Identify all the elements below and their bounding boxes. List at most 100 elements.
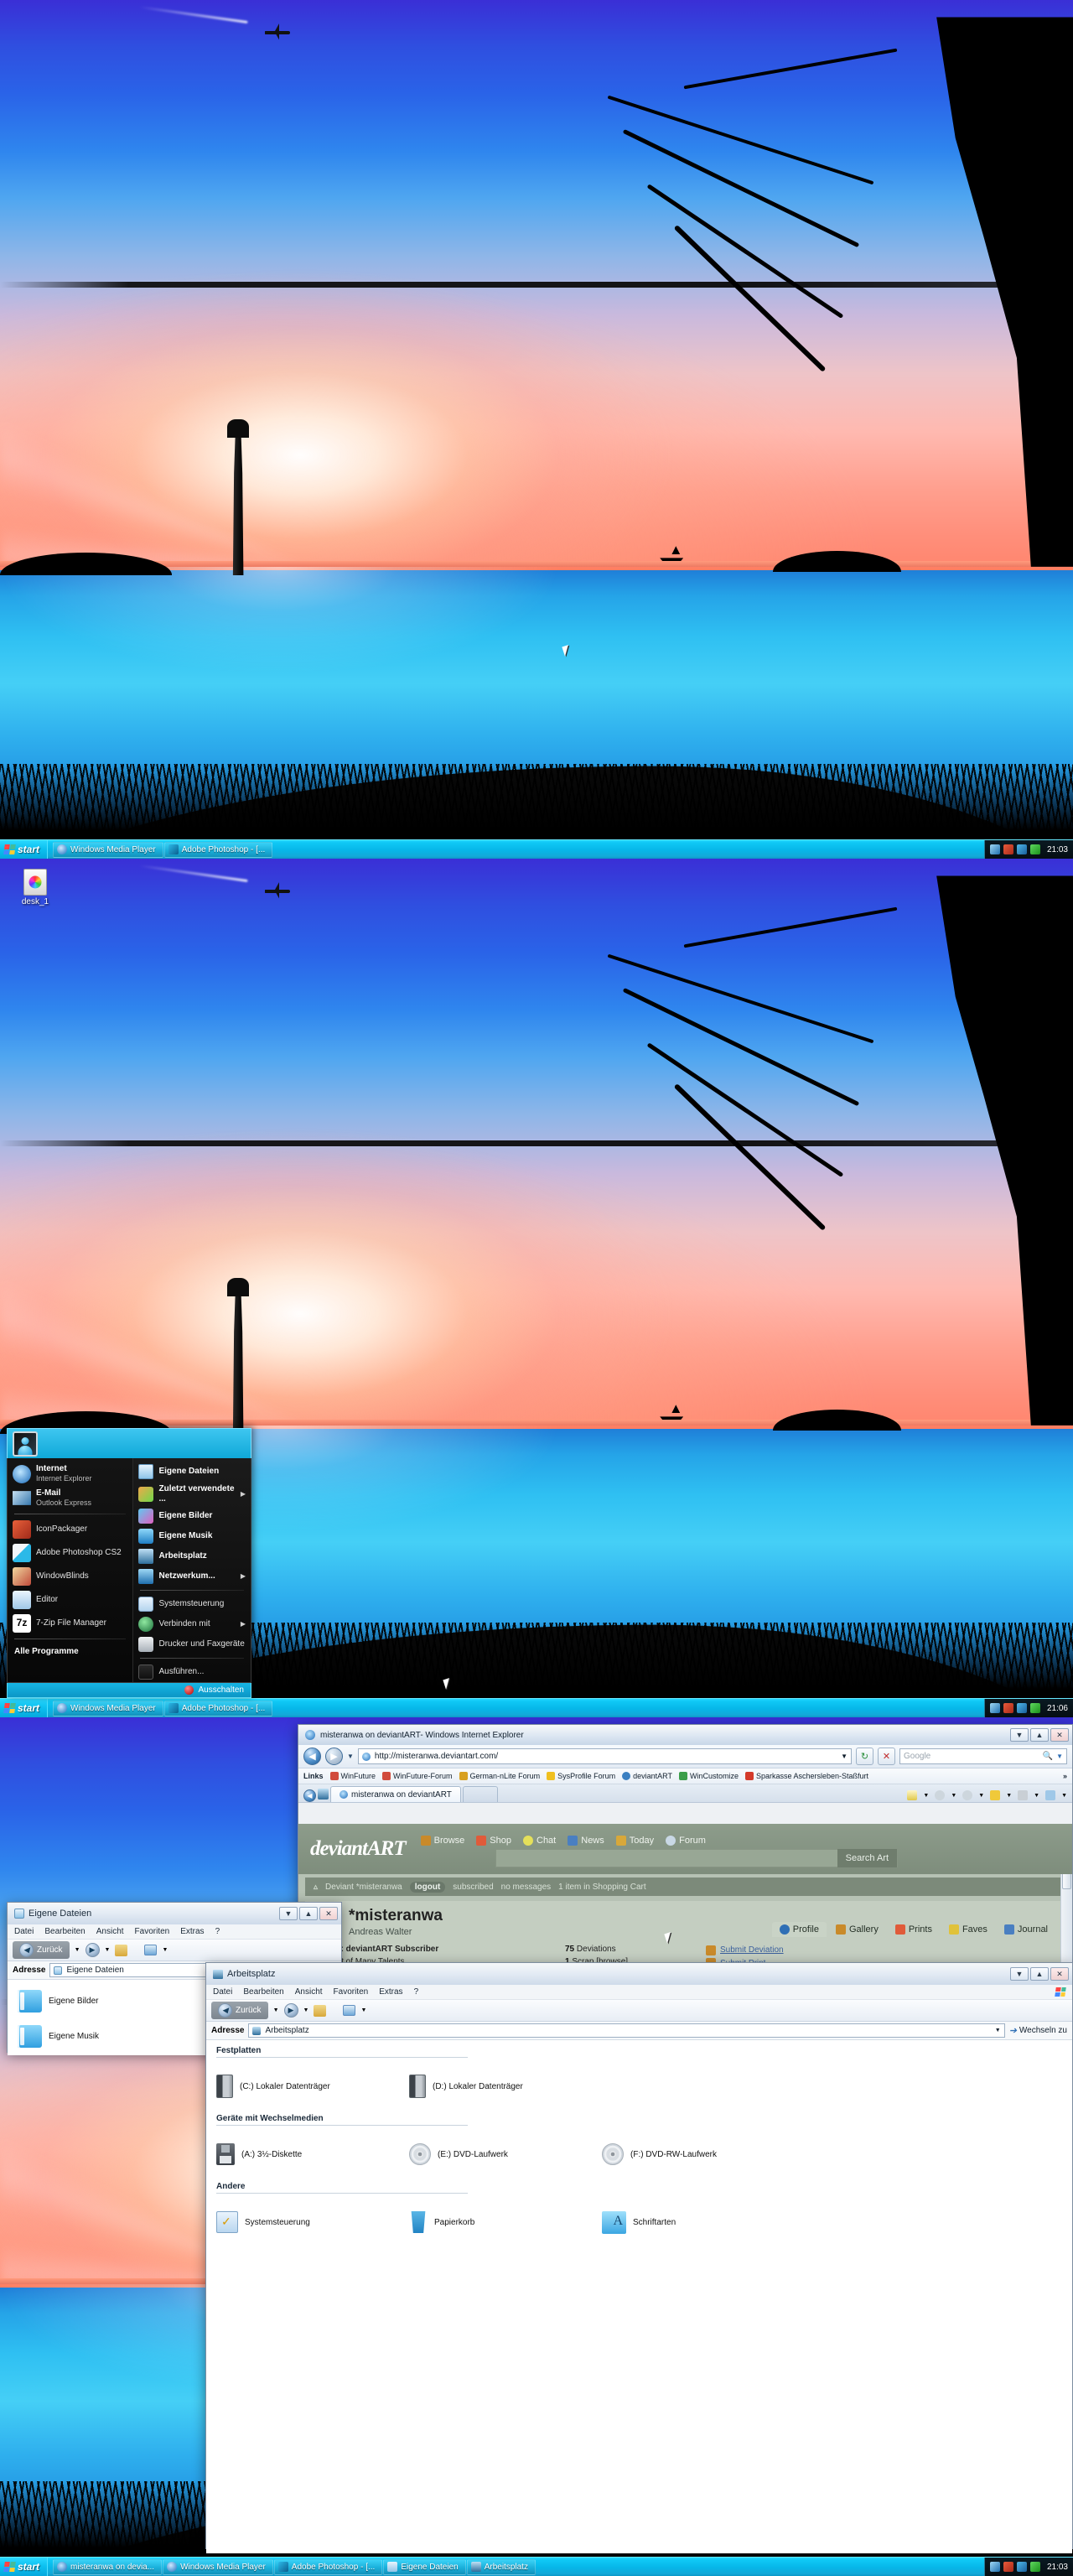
start-button[interactable]: start [0,1698,49,1717]
arbeitsplatz-titlebar[interactable]: Arbeitsplatz ▼ ▲ ✕ [206,1963,1072,1985]
user-avatar[interactable] [13,1431,38,1457]
link-sysprofile-forum[interactable]: SysProfile Forum [547,1772,615,1780]
item-eigene-musik[interactable]: Eigene Musik [18,2018,198,2054]
taskbar-item[interactable]: Windows Media Player [163,2558,273,2575]
photoshop-tray-icon[interactable] [1003,2562,1013,2572]
drive-a[interactable]: (A:) 3½-Diskette [216,2132,409,2176]
da-nav-today[interactable]: Today [615,1836,654,1846]
minimize-button[interactable]: ▼ [279,1907,298,1920]
eigene-toolbar[interactable]: ◀ Zurück ▼ ▶ ▼ ▼ [8,1940,341,1961]
menu-datei[interactable]: Datei [213,1987,232,1997]
arbeitsplatz-menubar[interactable]: Datei Bearbeiten Ansicht Favoriten Extra… [206,1985,1072,2000]
forward-button[interactable]: ▶ [85,1943,100,1957]
item-schriftarten[interactable]: Schriftarten [602,2200,795,2244]
minimize-button[interactable]: ▼ [1010,1967,1029,1981]
da-main-nav[interactable]: Browse Shop Chat News Today Forum [420,1836,706,1846]
views-dropdown-icon[interactable]: ▼ [360,2007,366,2013]
da-tab-gallery[interactable]: Gallery [828,1922,886,1937]
ie-tab-active[interactable]: misteranwa on deviantART [330,1786,461,1802]
start-item-7zip[interactable]: 7z 7-Zip File Manager [8,1612,132,1635]
maximize-button[interactable]: ▲ [299,1907,318,1920]
forward-button[interactable]: ▶ [283,2003,298,2018]
menu-bearbeiten[interactable]: Bearbeiten [44,1927,85,1936]
eigene-dateien-titlebar[interactable]: Eigene Dateien ▼ ▲ ✕ [8,1903,341,1924]
volume-icon[interactable] [989,844,1000,854]
start-item-internet[interactable]: Internet Internet Explorer [8,1462,132,1486]
volume-icon[interactable] [989,1703,1000,1713]
ie-address-bar[interactable]: http://misteranwa.deviantart.com/ ▼ [357,1748,852,1764]
menu-help[interactable]: ? [414,1987,419,1997]
taskbar-1[interactable]: start Windows Media Player Adobe Photosh… [0,839,1073,859]
ar-address-bar[interactable]: Adresse Arbeitsplatz ▼ ➔ Wechseln zu [206,2022,1072,2040]
minimize-button[interactable]: ▼ [1010,1728,1029,1742]
maximize-button[interactable]: ▲ [1030,1728,1049,1742]
start-menu[interactable]: Internet Internet Explorer E-Mail Outloo… [7,1428,251,1698]
da-logout-link[interactable]: logout [409,1881,446,1893]
network-icon[interactable] [1016,1703,1027,1713]
menu-bearbeiten[interactable]: Bearbeiten [243,1987,283,1997]
ie-links-bar[interactable]: Links WinFuture WinFuture-Forum German-n… [298,1768,1072,1784]
history-dropdown-icon[interactable]: ▼ [347,1753,354,1760]
menu-help[interactable]: ? [215,1927,220,1936]
taskbar-clock[interactable]: 21:03 [1044,2563,1068,2572]
da-nav-shop[interactable]: Shop [476,1836,511,1846]
forward-dropdown-icon[interactable]: ▼ [303,2007,309,2013]
signal-icon[interactable] [1029,844,1040,854]
menu-extras[interactable]: Extras [379,1987,402,1997]
link-german-nlite-forum[interactable]: German-nLite Forum [459,1772,540,1780]
chevron-down-icon[interactable]: ▼ [923,1793,929,1799]
tab-back-icon[interactable]: ◀ [303,1789,316,1802]
da-action-submit-deviation[interactable]: Submit Deviation [706,1944,788,1957]
da-nav-news[interactable]: News [568,1836,604,1846]
start-item-photoshop[interactable]: Adobe Photoshop CS2 [8,1541,132,1565]
taskbar-3[interactable]: start misteranwa on devia... Windows Med… [0,2557,1073,2576]
page-icon[interactable] [907,1790,918,1800]
rss-icon[interactable] [935,1790,946,1800]
da-messages[interactable]: no messages [501,1883,551,1892]
links-overflow-icon[interactable]: » [1063,1772,1067,1780]
up-folder-icon[interactable] [314,2004,327,2017]
taskbar-item[interactable]: Eigene Dateien [383,2558,466,2575]
start-item-drucker-faxgeraete[interactable]: Drucker und Faxgeräte [133,1634,251,1654]
system-tray-1[interactable]: 21:03 [983,839,1073,859]
deviantart-logo[interactable]: deviantART [310,1837,407,1861]
drive-e[interactable]: (E:) DVD-Laufwerk [409,2132,602,2176]
photoshop-tray-icon[interactable] [1003,844,1013,854]
menu-ansicht[interactable]: Ansicht [96,1927,124,1936]
ie-navigation-bar[interactable]: ◀ ▶ ▼ http://misteranwa.deviantart.com/ … [298,1745,1072,1768]
tools-icon[interactable] [1045,1790,1056,1800]
arbeitsplatz-window[interactable]: Arbeitsplatz ▼ ▲ ✕ Datei Bearbeiten Ansi… [205,1962,1073,2553]
chevron-down-icon[interactable]: ▼ [995,2028,1001,2033]
start-item-email[interactable]: E-Mail Outlook Express [8,1486,132,1510]
menu-extras[interactable]: Extras [180,1927,204,1936]
ie-titlebar[interactable]: misteranwa on deviantART- Windows Intern… [298,1725,1072,1745]
da-action-label[interactable]: Submit Deviation [720,1944,784,1957]
taskbar-item[interactable]: Adobe Photoshop - [... [273,2558,383,2575]
chevron-down-icon[interactable]: ▼ [1056,1753,1063,1760]
da-tab-profile[interactable]: Profile [771,1922,827,1937]
drive-d[interactable]: (D:) Lokaler Datenträger [409,2064,602,2108]
taskbar-item[interactable]: misteranwa on devia... [53,2558,163,2575]
start-item-editor[interactable]: Editor [8,1588,132,1612]
item-eigene-bilder[interactable]: Eigene Bilder [18,1983,198,2018]
menu-ansicht[interactable]: Ansicht [295,1987,323,1997]
search-art-button[interactable]: Search Art [837,1849,897,1867]
chevron-down-icon[interactable]: ▼ [1034,1793,1039,1799]
address-input[interactable]: Arbeitsplatz ▼ [248,2023,1005,2038]
da-tab-prints[interactable]: Prints [888,1922,940,1937]
ie-search-box[interactable]: Google 🔍 ▼ [899,1748,1067,1764]
close-button[interactable]: ✕ [1050,1728,1069,1742]
chevron-down-icon[interactable]: ▼ [841,1753,848,1760]
ie-tab-bar[interactable]: ◀ misteranwa on deviantART ▼ ▼ ▼ ▼ ▼ ▼ [298,1784,1072,1803]
back-dropdown-icon[interactable]: ▼ [273,2007,279,2013]
all-programs-button[interactable]: Alle Programme [8,1643,132,1660]
favorites-star-icon[interactable] [990,1790,1001,1800]
volume-icon[interactable] [989,2562,1000,2572]
system-tray-3[interactable]: 21:03 [983,2557,1073,2576]
da-search-bar[interactable]: Search Art [495,1849,898,1867]
chevron-down-icon[interactable]: ▼ [978,1793,984,1799]
eigene-window-controls[interactable]: ▼ ▲ ✕ [279,1907,338,1920]
shutdown-label[interactable]: Ausschalten [199,1685,244,1695]
link-winfuture[interactable]: WinFuture [329,1772,376,1780]
start-item-eigene-dateien[interactable]: Eigene Dateien [133,1462,251,1482]
